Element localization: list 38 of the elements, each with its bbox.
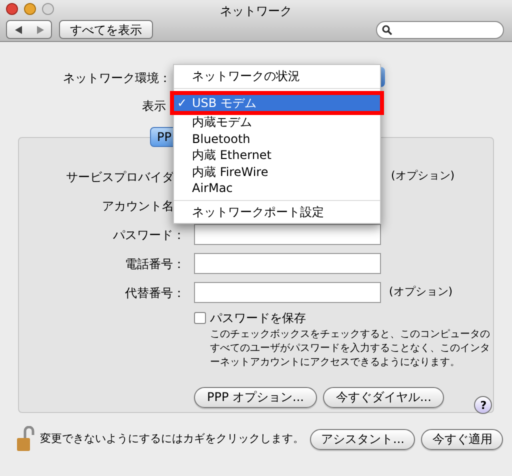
field-label: サービスプロバイダ [65,168,174,186]
menu-item[interactable]: 内蔵 Ethernet [174,147,380,164]
show-label: 表示 [141,98,166,115]
checkbox-label: パスワードを保存 [210,310,306,327]
location-label: ネットワーク環境： [62,70,172,87]
close-icon[interactable] [6,3,18,15]
input-field[interactable] [194,253,381,274]
field-label: アカウント名 [101,198,174,214]
zoom-icon[interactable] [42,3,54,15]
checkbox-description: このチェックボックスをチェックすると、このコンピュータのすべてのユーザがパスワードを入力することなく、このインターネットアカウントにアクセスできるようになります。 [210,328,491,370]
minimize-icon[interactable] [24,3,36,15]
lock-text: 変更できないようにするにはカギをクリックします。 [40,430,304,447]
menu-item[interactable]: ネットワークの状況 [174,68,380,84]
back-forward-control[interactable] [6,20,52,39]
show-all-button[interactable]: すべてを表示 [59,20,153,39]
optional-note: (オプション) [391,168,455,184]
input-field[interactable] [194,224,381,245]
action-button[interactable]: アシスタント... [310,428,416,450]
padlock-icon[interactable] [16,426,36,452]
search-icon [382,25,392,35]
action-button[interactable]: 今すぐ適用 [421,428,504,450]
back-icon[interactable] [14,26,22,34]
forward-icon[interactable] [36,26,44,34]
panel-button[interactable]: 今すぐダイヤル... [322,386,444,408]
search-field[interactable] [376,21,504,39]
optional-note: (オプション) [389,284,453,300]
menu-item[interactable]: ネットワークポート設定 [174,204,380,220]
input-field[interactable] [194,282,381,303]
panel-button[interactable]: PPP オプション... [194,386,317,408]
field-label: 電話番号： [124,256,186,272]
menu-item[interactable]: ✓ USB モデム [174,94,380,111]
help-button[interactable]: ? [474,396,492,414]
field-label: パスワード： [112,226,186,244]
menu-item[interactable]: AirMac [174,180,380,196]
field-label: 代替番号： [124,284,186,302]
save-password-checkbox[interactable] [194,312,206,324]
window-title: ネットワーク [220,4,292,18]
menu-item[interactable]: 内蔵 FireWire [174,164,380,180]
